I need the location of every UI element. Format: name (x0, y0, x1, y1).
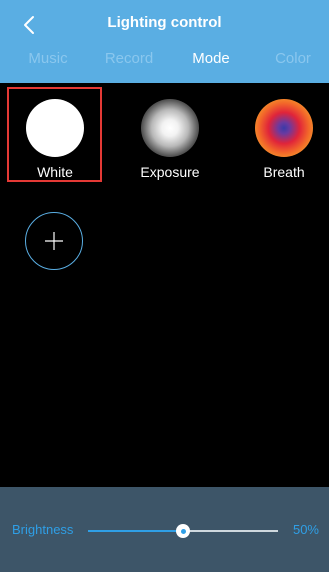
mode-exposure[interactable]: Exposure (122, 90, 218, 180)
brightness-slider-fill (88, 530, 183, 532)
tab-color[interactable]: Color (275, 50, 311, 67)
mode-tabs: Music Record Mode Color (0, 50, 329, 74)
tab-mode[interactable]: Mode (192, 50, 230, 67)
slider-thumb-dot (180, 528, 186, 534)
page-title: Lighting control (107, 14, 222, 31)
plus-icon (45, 232, 63, 250)
brightness-label: Brightness (12, 522, 74, 537)
mode-label: Breath (263, 164, 305, 180)
brightness-panel: Brightness 50% (0, 487, 329, 572)
brightness-slider[interactable] (88, 524, 278, 538)
mode-label: Exposure (140, 164, 200, 180)
breath-mode-swatch (255, 99, 313, 157)
brightness-value: 50% (292, 522, 319, 537)
tab-record[interactable]: Record (105, 50, 153, 67)
brightness-slider-thumb[interactable] (176, 524, 190, 538)
add-mode-button[interactable] (25, 212, 83, 270)
tab-music[interactable]: Music (28, 50, 67, 67)
exposure-mode-swatch (141, 99, 199, 157)
mode-breath[interactable]: Breath (236, 90, 329, 180)
app-header: Lighting control Music Record Mode Color (0, 0, 329, 83)
selected-mode-frame (7, 87, 102, 182)
